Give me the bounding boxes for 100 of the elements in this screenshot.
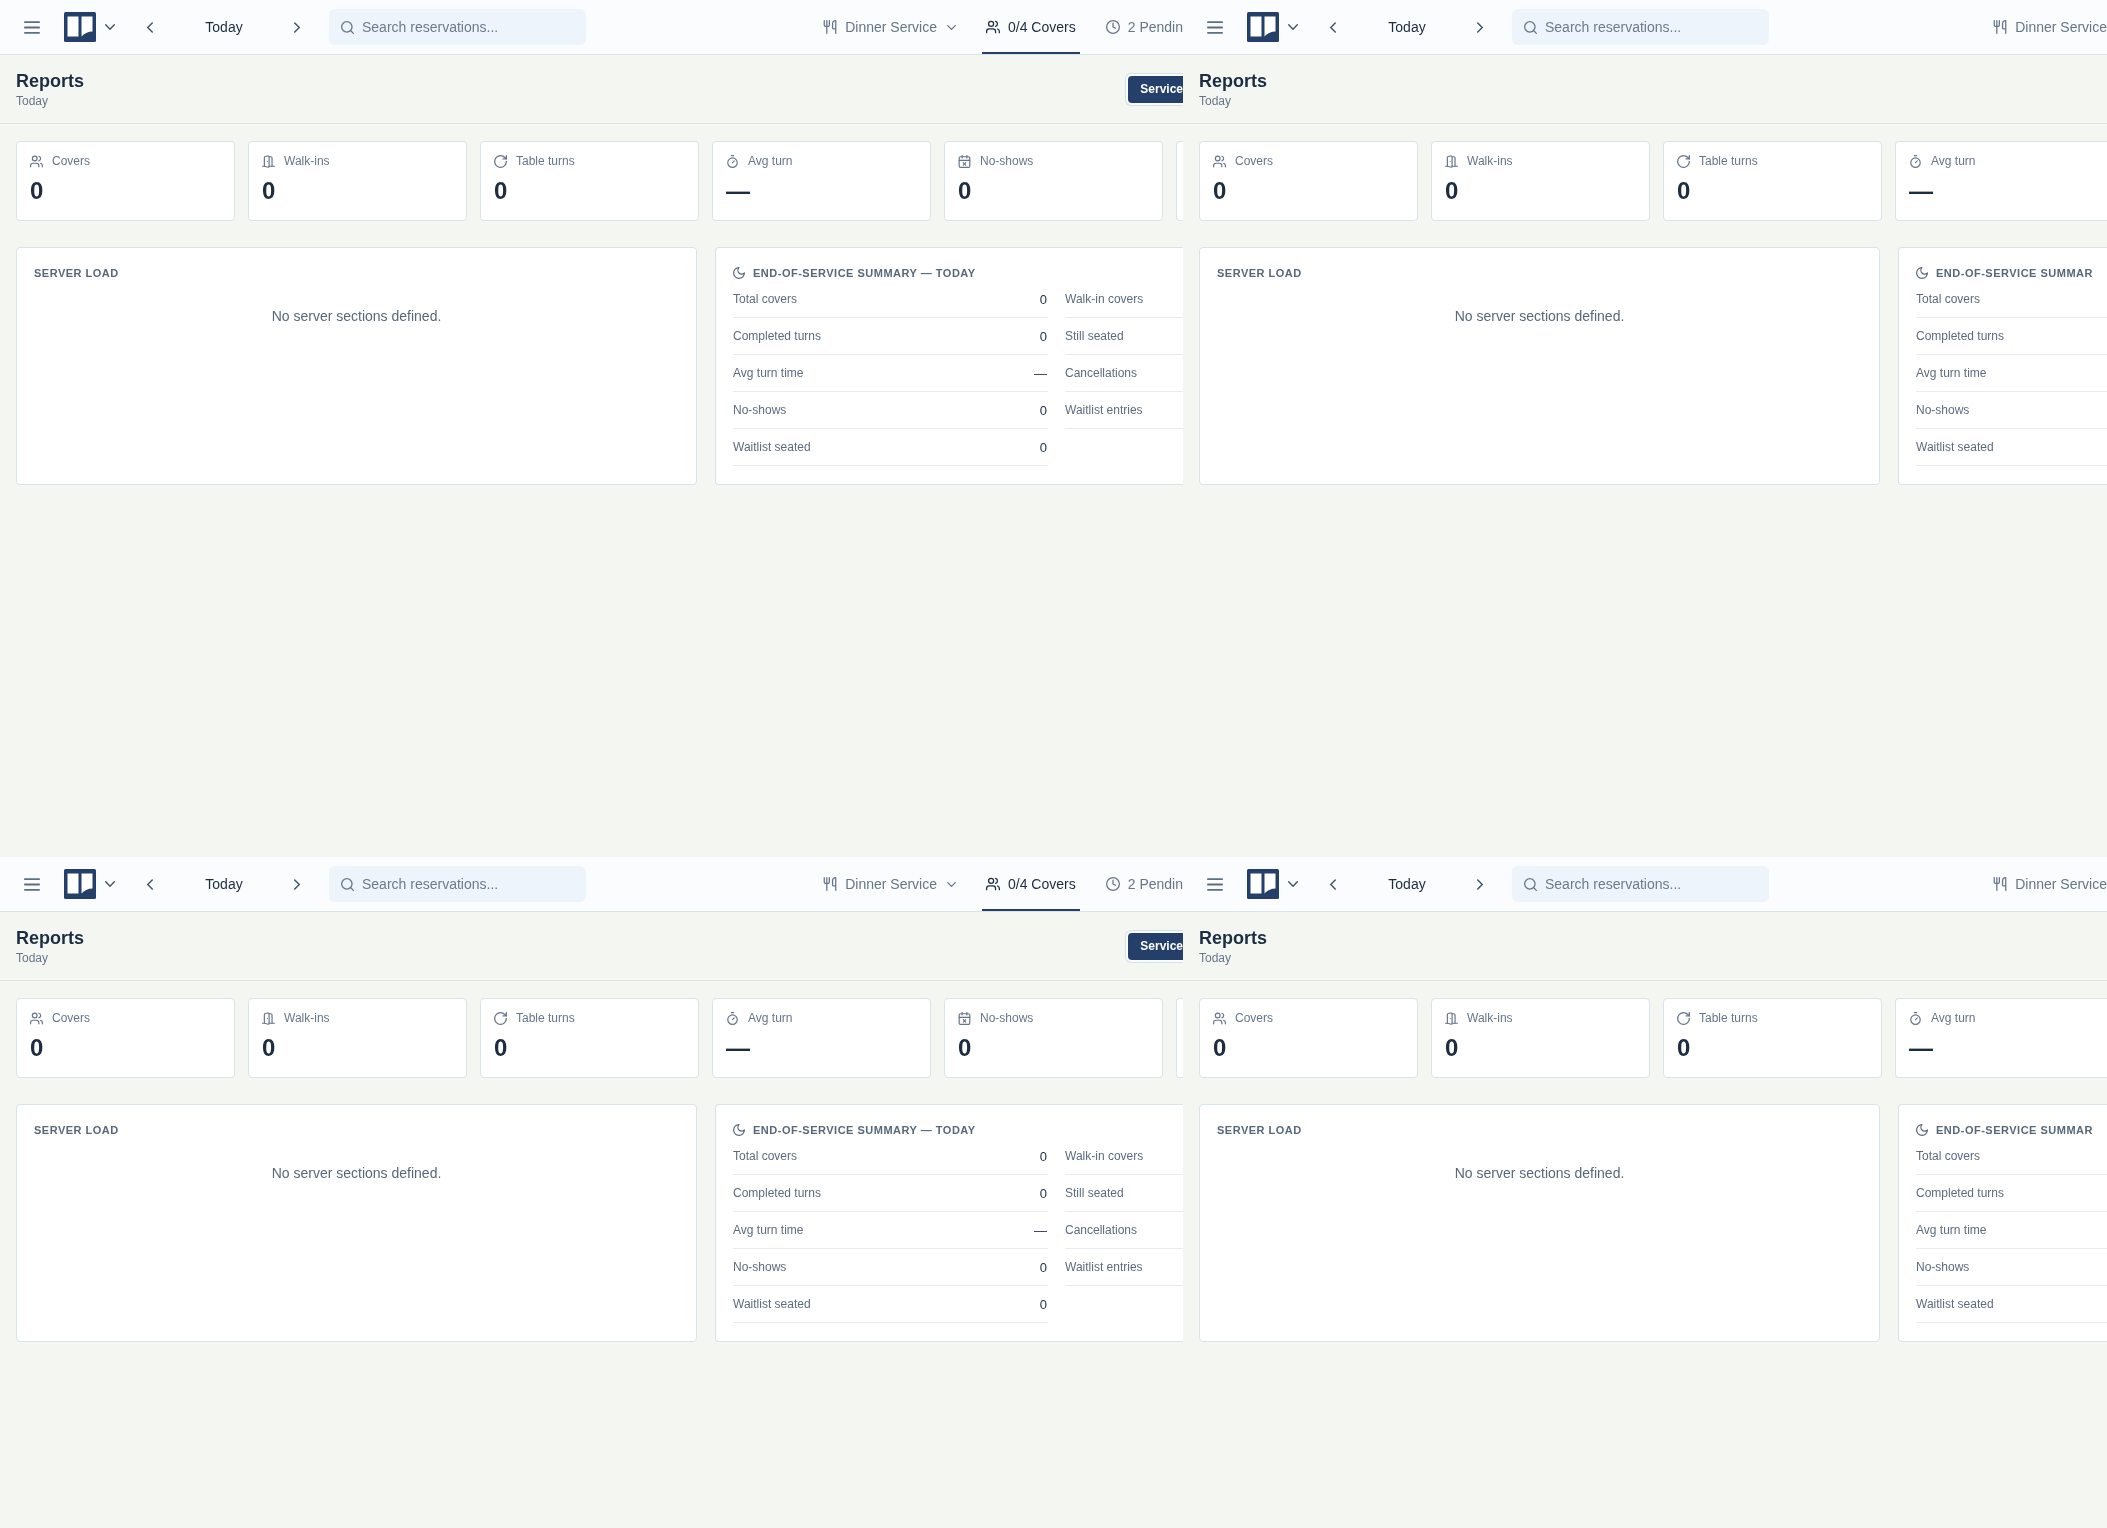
book-icon[interactable] bbox=[64, 869, 96, 899]
service-dropdown[interactable]: Dinner Service bbox=[1989, 0, 2107, 54]
stat-value: 0 bbox=[494, 1034, 509, 1062]
moon-icon bbox=[1916, 1124, 1928, 1136]
search-field[interactable]: Search reservations... bbox=[1512, 9, 1769, 45]
menu-icon[interactable] bbox=[1207, 877, 1223, 891]
stat-value: 0 bbox=[1213, 1034, 1228, 1062]
stat-value: 0 bbox=[1677, 177, 1692, 205]
summary-label: Avg turn time bbox=[1916, 366, 1987, 380]
page-subtitle: Today bbox=[16, 950, 50, 966]
date-button[interactable]: Today bbox=[184, 17, 264, 37]
chevron-down-icon[interactable] bbox=[1288, 881, 1298, 887]
summary-label: Avg turn time bbox=[733, 366, 804, 380]
clock-icon bbox=[1105, 877, 1120, 891]
chevron-down-icon[interactable] bbox=[105, 881, 115, 887]
book-icon[interactable] bbox=[1247, 869, 1279, 899]
date-button[interactable]: Today bbox=[1367, 17, 1447, 37]
service-dropdown[interactable]: Dinner Service bbox=[819, 0, 960, 54]
menu-icon[interactable] bbox=[1207, 20, 1223, 34]
chevron-right-icon[interactable] bbox=[294, 878, 300, 890]
page-subtitle: Today bbox=[16, 93, 50, 109]
moon-icon bbox=[733, 1124, 745, 1136]
book-icon[interactable] bbox=[64, 12, 96, 42]
panel-title: SERVER LOAD bbox=[34, 266, 120, 280]
people-icon bbox=[986, 20, 1000, 34]
toggle-option[interactable]: Service bbox=[1128, 932, 1183, 960]
utensils-icon bbox=[823, 877, 838, 891]
chevron-right-icon[interactable] bbox=[1477, 878, 1483, 890]
summary-label: Waitlist entries bbox=[1065, 403, 1143, 417]
stat-value: 0 bbox=[1445, 177, 1460, 205]
chevron-right-icon[interactable] bbox=[294, 21, 300, 33]
summary-label: Waitlist seated bbox=[1916, 1297, 1994, 1311]
stat-value: 0 bbox=[1677, 1034, 1692, 1062]
empty-message: No server sections defined. bbox=[1453, 1164, 1626, 1182]
summary-label: Completed turns bbox=[1916, 1186, 2005, 1200]
summary-label: Avg turn time bbox=[733, 1223, 804, 1237]
chevron-left-icon[interactable] bbox=[147, 21, 153, 33]
summary-label: No-shows bbox=[733, 403, 787, 417]
search-icon bbox=[341, 21, 354, 34]
summary-value: 0 bbox=[1039, 1148, 1048, 1164]
utensils-icon bbox=[1993, 20, 2008, 34]
stat-label: Walk-ins bbox=[284, 153, 330, 169]
summary-value: 0 bbox=[1039, 402, 1048, 418]
search-icon bbox=[341, 878, 354, 891]
book-icon[interactable] bbox=[1247, 12, 1279, 42]
stopwatch-icon bbox=[1909, 1011, 1922, 1025]
summary-label: Cancellations bbox=[1065, 366, 1138, 380]
pending-tab[interactable]: 2 Pendin bbox=[1101, 857, 1183, 911]
service-dropdown[interactable]: Dinner Service bbox=[819, 857, 960, 911]
stat-label: Table turns bbox=[1699, 153, 1758, 169]
chevron-left-icon[interactable] bbox=[1330, 878, 1336, 890]
menu-icon[interactable] bbox=[24, 20, 40, 34]
stat-label: Covers bbox=[52, 1010, 90, 1026]
pending-tab[interactable]: 2 Pendin bbox=[1101, 0, 1183, 54]
summary-label: Completed turns bbox=[1916, 329, 2005, 343]
search-field[interactable]: Search reservations... bbox=[329, 866, 586, 902]
door-icon bbox=[262, 154, 275, 168]
stat-value: — bbox=[1909, 177, 1934, 205]
panel-title: SERVER LOAD bbox=[1217, 266, 1303, 280]
stat-value: — bbox=[1909, 1034, 1934, 1062]
covers-tab[interactable]: 0/4 Covers bbox=[982, 0, 1080, 54]
empty-message: No server sections defined. bbox=[270, 1164, 443, 1182]
chevron-left-icon[interactable] bbox=[1330, 21, 1336, 33]
chevron-left-icon[interactable] bbox=[147, 878, 153, 890]
panel-title: END-OF-SERVICE SUMMARY — TODAY bbox=[753, 266, 976, 280]
date-button[interactable]: Today bbox=[1367, 874, 1447, 894]
page-title: Reports bbox=[1199, 927, 1267, 950]
date-button[interactable]: Today bbox=[184, 874, 264, 894]
search-field[interactable]: Search reservations... bbox=[1512, 866, 1769, 902]
search-field[interactable]: Search reservations... bbox=[329, 9, 586, 45]
chevron-down-icon bbox=[947, 24, 956, 30]
search-icon bbox=[1524, 21, 1537, 34]
stat-value: 0 bbox=[958, 1034, 973, 1062]
page-title: Reports bbox=[16, 70, 84, 93]
chevron-right-icon[interactable] bbox=[1477, 21, 1483, 33]
toggle-option[interactable]: Service bbox=[1128, 75, 1183, 103]
page-title: Reports bbox=[1199, 70, 1267, 93]
empty-message: No server sections defined. bbox=[270, 307, 443, 325]
summary-label: Total covers bbox=[1916, 292, 1981, 306]
summary-value: 0 bbox=[1039, 1296, 1048, 1312]
summary-label: Total covers bbox=[733, 1149, 798, 1163]
chevron-down-icon[interactable] bbox=[105, 24, 115, 30]
refresh-icon bbox=[1677, 154, 1690, 168]
service-dropdown[interactable]: Dinner Service bbox=[1989, 857, 2107, 911]
empty-message: No server sections defined. bbox=[1453, 307, 1626, 325]
stat-label: Avg turn bbox=[748, 1010, 793, 1026]
summary-label: Cancellations bbox=[1065, 1223, 1138, 1237]
summary-label: Waitlist seated bbox=[733, 1297, 811, 1311]
chevron-down-icon[interactable] bbox=[1288, 24, 1298, 30]
stat-value: 0 bbox=[30, 1034, 45, 1062]
stat-value: 0 bbox=[262, 177, 277, 205]
moon-icon bbox=[1916, 267, 1928, 279]
menu-icon[interactable] bbox=[24, 877, 40, 891]
covers-tab[interactable]: 0/4 Covers bbox=[982, 857, 1080, 911]
moon-icon bbox=[733, 267, 745, 279]
people-icon bbox=[30, 1011, 43, 1025]
stat-label: Table turns bbox=[1699, 1010, 1758, 1026]
door-icon bbox=[262, 1011, 275, 1025]
stat-label: Walk-ins bbox=[284, 1010, 330, 1026]
stat-label: Avg turn bbox=[1931, 1010, 1976, 1026]
